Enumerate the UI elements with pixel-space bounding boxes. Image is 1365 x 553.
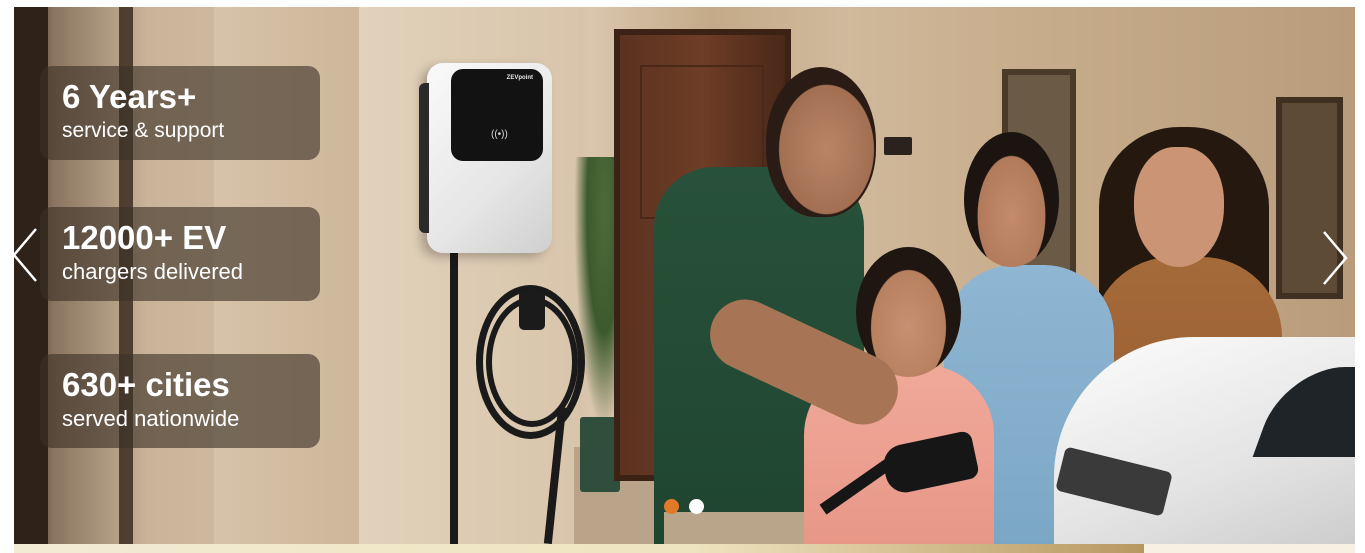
bottom-banner-strip <box>1144 544 1355 553</box>
charger-screen: ZEVpoint ((•)) <box>451 69 543 161</box>
carousel-dot-2[interactable] <box>689 499 704 514</box>
charger-brand-logo: ZEVpoint <box>506 75 533 81</box>
stat-badge-chargers: 12000+ EV chargers delivered <box>40 207 320 301</box>
ev-charger-image: ZEVpoint ((•)) <box>419 63 552 253</box>
charger-holster <box>519 290 545 330</box>
chevron-right-icon <box>1323 231 1348 285</box>
charger-cable <box>450 253 458 544</box>
chevron-left-icon <box>12 228 37 282</box>
stat-label: served nationwide <box>62 406 240 431</box>
man-image <box>664 512 824 544</box>
stat-label: chargers delivered <box>62 259 243 284</box>
stat-value: 12000+ EV <box>62 219 227 256</box>
man-face-image <box>766 67 876 217</box>
wall-lamp-image <box>884 137 912 155</box>
stat-badge-cities: 630+ cities served nationwide <box>40 354 320 448</box>
stat-label: service & support <box>62 119 225 142</box>
hero-carousel: ZEVpoint ((•)) 6 Years+ service & suppor… <box>14 7 1355 544</box>
carousel-next-button[interactable] <box>1316 228 1352 288</box>
woman-face-image <box>1134 147 1224 267</box>
carousel-dots <box>664 499 704 514</box>
carousel-prev-button[interactable] <box>8 225 44 285</box>
boy-face-image <box>964 132 1059 267</box>
carousel-dot-1[interactable] <box>664 499 679 514</box>
stat-badge-service: 6 Years+ service & support <box>40 66 320 160</box>
bottom-banner-strip <box>14 544 1144 553</box>
stat-value: 630+ cities <box>62 366 230 403</box>
nfc-icon: ((•)) <box>491 129 508 140</box>
stat-value: 6 Years+ <box>62 78 197 115</box>
